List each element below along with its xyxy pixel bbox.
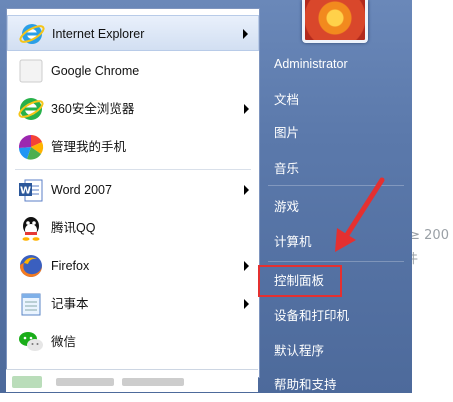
annotation-arrow-icon <box>335 177 385 252</box>
